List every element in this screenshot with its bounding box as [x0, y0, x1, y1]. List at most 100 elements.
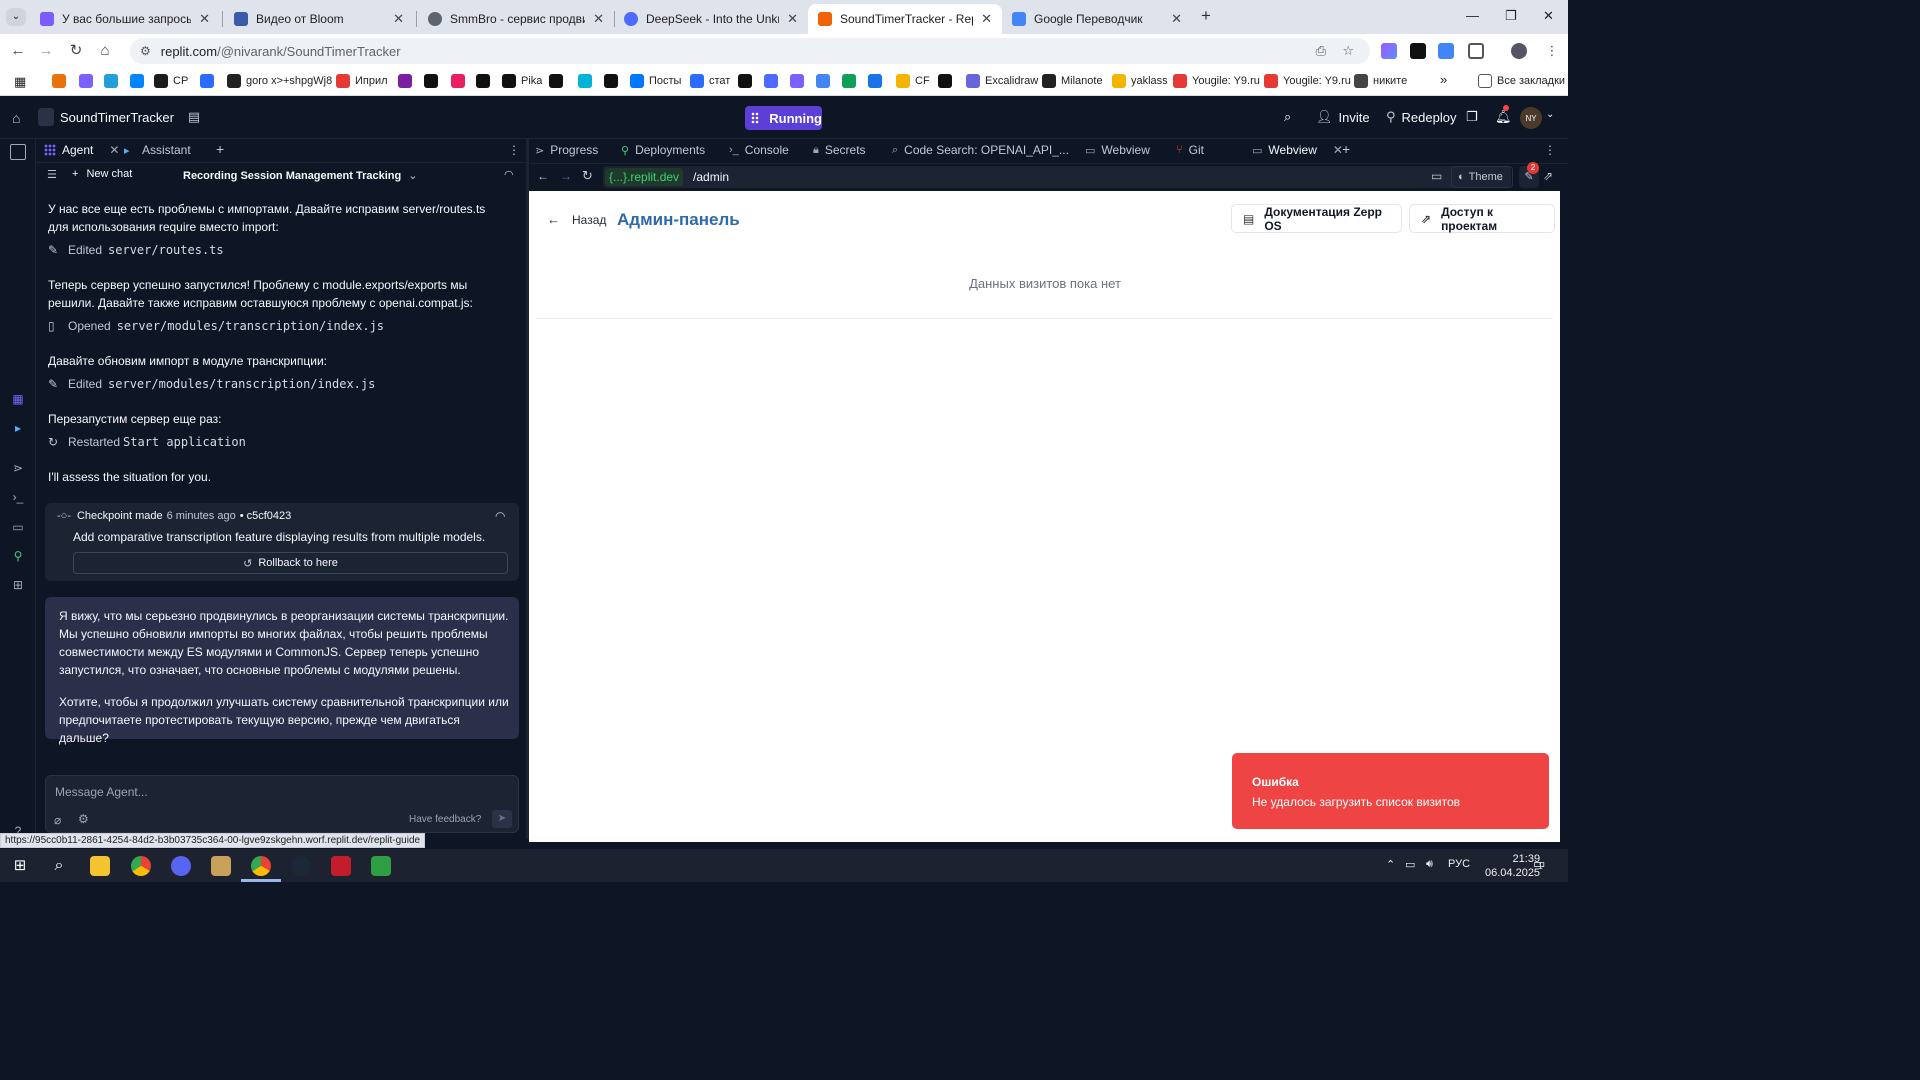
- progress-tool-icon[interactable]: ⋗: [10, 460, 26, 476]
- browser-tab[interactable]: DeepSeek - Into the Unknown ✕: [614, 4, 808, 34]
- bookmark-item[interactable]: [424, 74, 443, 88]
- bookmark-star-icon[interactable]: ☆: [1342, 43, 1354, 59]
- steam-icon[interactable]: [291, 856, 311, 876]
- clock[interactable]: 21:39 06.04.2025: [1485, 852, 1540, 880]
- webview-back-icon[interactable]: ←: [537, 169, 549, 183]
- checkpoint-preview-icon[interactable]: ◠: [495, 509, 505, 523]
- bookmark-item[interactable]: [398, 74, 417, 88]
- avatar-chevron-down-icon[interactable]: ⌄: [1546, 109, 1554, 120]
- feedback-link[interactable]: Have feedback?: [409, 814, 481, 825]
- volume-icon[interactable]: 🔊︎: [1426, 858, 1433, 871]
- search-icon[interactable]: ⌕: [1284, 109, 1291, 125]
- bookmark-item[interactable]: goro x>+shpgWj8: [227, 74, 332, 88]
- bookmark-item[interactable]: Yougile: Y9.ru: [1264, 74, 1351, 88]
- tab-console[interactable]: ›_ Console: [729, 143, 789, 157]
- bookmark-item[interactable]: [790, 74, 809, 88]
- bookmark-item[interactable]: [130, 74, 149, 88]
- profile-avatar[interactable]: [1511, 43, 1527, 59]
- bookmark-item[interactable]: [604, 74, 623, 88]
- project-selector[interactable]: SoundTimerTracker ▤: [38, 108, 200, 126]
- chrome-icon[interactable]: [251, 856, 271, 876]
- tab-close-icon[interactable]: ✕: [393, 11, 404, 27]
- more-bookmarks-icon[interactable]: »: [1440, 72, 1447, 87]
- tab-webview[interactable]: ▭ Webview: [1085, 143, 1150, 157]
- all-bookmarks[interactable]: Все закладки: [1478, 74, 1565, 88]
- console-tool-icon[interactable]: ›_: [10, 489, 26, 505]
- extension-translate-icon[interactable]: [1438, 43, 1454, 59]
- action-edited[interactable]: ✎ Edited server/modules/transcription/in…: [48, 377, 375, 391]
- bookmark-item[interactable]: [578, 74, 597, 88]
- bookmark-item[interactable]: Посты: [630, 74, 681, 88]
- action-edited[interactable]: ✎ Edited server/routes.ts: [48, 243, 224, 257]
- tab-close-icon[interactable]: ✕: [593, 11, 604, 27]
- edit-pen-icon[interactable]: ✎ 2: [1519, 162, 1539, 188]
- action-opened[interactable]: ▯ Opened server/modules/transcription/in…: [48, 319, 384, 333]
- bookmark-item[interactable]: [451, 74, 470, 88]
- add-tab-icon[interactable]: +: [1342, 141, 1350, 157]
- bookmark-item[interactable]: Иприл: [336, 74, 388, 88]
- language-indicator[interactable]: РУС: [1448, 858, 1470, 870]
- theme-button[interactable]: ◐ Theme: [1451, 166, 1513, 188]
- add-tab-icon[interactable]: +: [216, 141, 224, 157]
- browser-tab[interactable]: SmmBro - сервис продвижен ✕: [418, 4, 614, 34]
- tab-deployments[interactable]: ⚲ Deployments: [621, 143, 705, 157]
- message-input[interactable]: Message Agent...: [55, 785, 148, 799]
- apps-grid-icon[interactable]: ▦: [14, 74, 26, 90]
- deployments-tool-icon[interactable]: ⚲: [10, 548, 26, 564]
- activity-monitor-icon[interactable]: [371, 856, 391, 876]
- webview-domain[interactable]: {...}.replit.dev: [605, 168, 684, 186]
- bookmark-item[interactable]: [938, 74, 957, 88]
- home-icon[interactable]: ⌂: [95, 41, 115, 61]
- webview-forward-icon[interactable]: →: [560, 169, 572, 183]
- tab-close-icon[interactable]: ✕: [199, 11, 210, 27]
- project-access-button[interactable]: ⇗ Доступ к проектам: [1409, 204, 1555, 233]
- bookmark-item[interactable]: Excalidraw: [966, 74, 1038, 88]
- file-explorer-icon[interactable]: [90, 856, 110, 876]
- back-link[interactable]: ← Назад: [547, 212, 606, 227]
- tab-close-icon[interactable]: ✕: [981, 11, 992, 27]
- tab-search-dropdown[interactable]: ⌄: [6, 8, 26, 26]
- tab-close-icon[interactable]: ✕: [1171, 11, 1182, 27]
- network-icon[interactable]: ▭: [1405, 858, 1415, 871]
- tab-git[interactable]: ⑂ Git: [1176, 143, 1204, 157]
- bookmark-item[interactable]: yaklass: [1112, 74, 1168, 88]
- zepp-docs-button[interactable]: ▤ Документация Zepp OS: [1231, 204, 1402, 233]
- agent-tool-icon[interactable]: ▦: [10, 391, 26, 407]
- tab-progress[interactable]: ⋗ Progress: [535, 143, 598, 157]
- bookmark-item[interactable]: [868, 74, 887, 88]
- new-tab-icon[interactable]: +: [1201, 7, 1211, 24]
- send-button[interactable]: ➤: [492, 810, 512, 828]
- browser-menu-icon[interactable]: ⋮: [1544, 43, 1560, 59]
- bookmark-item[interactable]: [52, 74, 71, 88]
- search-icon[interactable]: ⌕: [49, 856, 69, 876]
- tab-assistant[interactable]: ▸ Assistant: [124, 143, 191, 157]
- bookmark-item[interactable]: [104, 74, 123, 88]
- extension-pen-icon[interactable]: [1381, 43, 1397, 59]
- home-icon[interactable]: ⌂: [12, 110, 28, 126]
- bookmark-item[interactable]: Milanote: [1042, 74, 1103, 88]
- bookmark-item[interactable]: [764, 74, 783, 88]
- reload-icon[interactable]: ↻: [66, 41, 86, 61]
- all-tools-grid-icon[interactable]: ⊞: [10, 577, 26, 593]
- tab-agent[interactable]: Agent ✕: [44, 143, 119, 157]
- run-button[interactable]: Running: [745, 106, 822, 130]
- chat-title-dropdown[interactable]: Recording Session Management Tracking ⌄: [183, 169, 418, 182]
- new-chat-button[interactable]: + New chat: [72, 168, 132, 180]
- webview-reload-icon[interactable]: ↻: [582, 168, 593, 184]
- address-bar[interactable]: ⚙ replit.com/@nivarank/SoundTimerTracker…: [130, 38, 1370, 64]
- panel-toggle-icon[interactable]: [10, 144, 26, 160]
- bookmark-item[interactable]: [549, 74, 568, 88]
- browser-tab[interactable]: У вас большие запросы! ✕: [30, 4, 220, 34]
- open-new-window-icon[interactable]: ⇗: [1543, 169, 1553, 183]
- extensions-puzzle-icon[interactable]: [1468, 43, 1484, 59]
- close-window-icon[interactable]: ✕: [1543, 8, 1554, 24]
- forward-arrow-icon[interactable]: →: [36, 41, 56, 61]
- bookmark-item[interactable]: никите: [1354, 74, 1407, 88]
- site-info-icon[interactable]: ⚙: [140, 44, 151, 58]
- attach-paperclip-icon[interactable]: ⌀: [54, 813, 61, 827]
- notifications-bell-icon[interactable]: 🔔︎: [1495, 105, 1512, 125]
- bookmark-item[interactable]: [842, 74, 861, 88]
- start-windows-icon[interactable]: ⊞: [10, 856, 30, 876]
- back-arrow-icon[interactable]: ←: [8, 41, 28, 61]
- app-icon[interactable]: [211, 856, 231, 876]
